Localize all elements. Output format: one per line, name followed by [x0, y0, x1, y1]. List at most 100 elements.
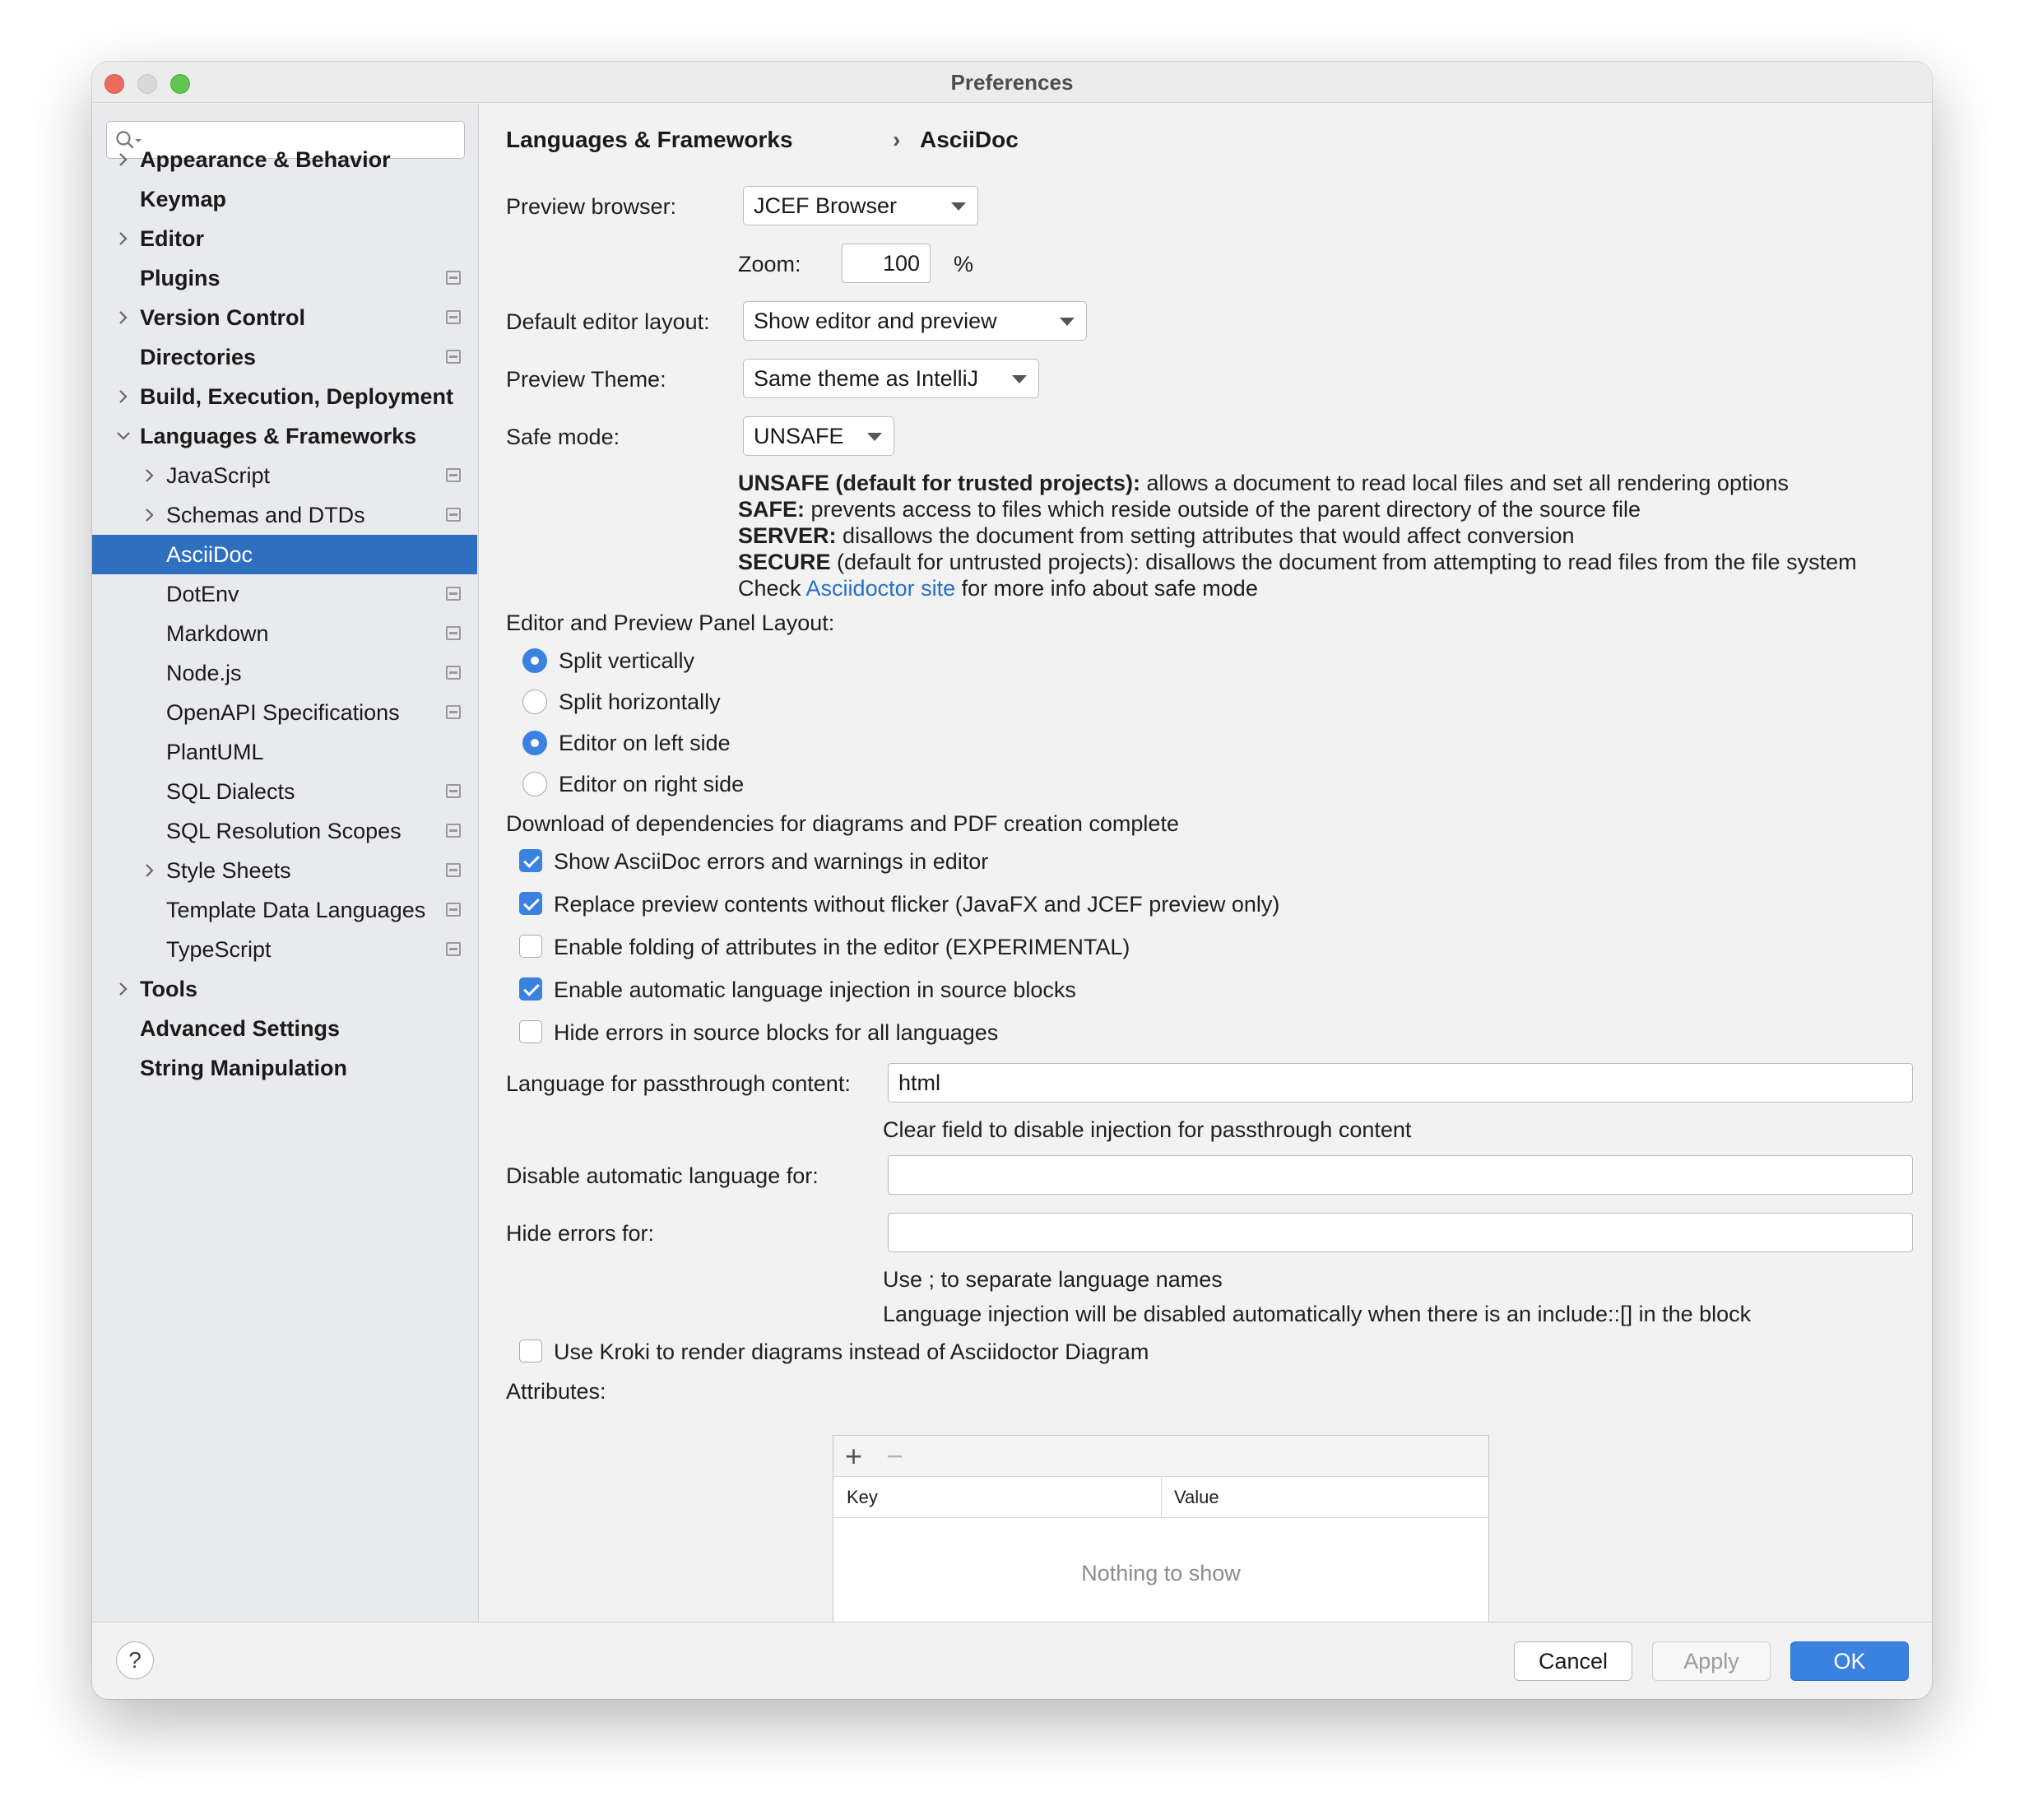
separator-hint: Use ; to separate language names: [883, 1267, 1223, 1292]
enable-folding-checkbox[interactable]: [519, 935, 542, 958]
sidebar-item-javascript[interactable]: JavaScript: [92, 456, 477, 495]
hide-errors-for-input[interactable]: [888, 1213, 1913, 1252]
zoom-label: Zoom:: [738, 252, 801, 276]
settings-content: Languages & Frameworks › AsciiDoc ← → Pr…: [480, 104, 1932, 1622]
attributes-table-toolbar: + −: [833, 1436, 1488, 1477]
replace-preview-checkbox[interactable]: [519, 892, 542, 915]
sidebar-item-style-sheets[interactable]: Style Sheets: [92, 851, 477, 890]
editor-left-side-label[interactable]: Editor on left side: [559, 731, 731, 756]
use-kroki-label[interactable]: Use Kroki to render diagrams instead of …: [554, 1339, 1149, 1365]
chevron-right-icon: [119, 390, 128, 403]
add-icon[interactable]: +: [845, 1439, 862, 1474]
remove-icon[interactable]: −: [886, 1439, 903, 1474]
sidebar-item-build-execution-deployment[interactable]: Build, Execution, Deployment: [92, 377, 477, 416]
sidebar-item-editor[interactable]: Editor: [92, 219, 477, 258]
hide-errors-for-label: Hide errors for:: [506, 1221, 655, 1246]
sidebar-item-openapi-specifications[interactable]: OpenAPI Specifications: [92, 693, 477, 732]
safe-mode-secure-desc: SECURE (default for untrusted projects):…: [738, 550, 1857, 575]
preview-theme-value: Same theme as IntelliJ: [754, 366, 979, 391]
split-vertically-label[interactable]: Split vertically: [559, 648, 694, 674]
sidebar-item-languages-frameworks[interactable]: Languages & Frameworks: [92, 416, 477, 456]
project-scope-icon: [446, 705, 461, 719]
language-injection-label[interactable]: Enable automatic language injection in s…: [554, 977, 1076, 1003]
window-title: Preferences: [950, 70, 1074, 95]
preview-browser-label: Preview browser:: [506, 194, 677, 219]
split-horizontally-radio[interactable]: [522, 689, 547, 714]
unsafe-key: UNSAFE (default for trusted projects):: [738, 471, 1141, 495]
ok-button[interactable]: OK: [1790, 1641, 1909, 1681]
sidebar-item-keymap[interactable]: Keymap: [92, 179, 477, 219]
sidebar-item-string-manipulation[interactable]: String Manipulation: [92, 1048, 477, 1088]
secure-key: SECURE: [738, 550, 831, 574]
panel-layout-label: Editor and Preview Panel Layout:: [506, 611, 835, 635]
apply-button[interactable]: Apply: [1652, 1641, 1771, 1681]
sidebar-item-nodejs[interactable]: Node.js: [92, 653, 477, 693]
show-errors-checkbox[interactable]: [519, 849, 542, 872]
sidebar-item-tools[interactable]: Tools: [92, 969, 477, 1009]
project-scope-icon: [446, 784, 461, 798]
replace-preview-label[interactable]: Replace preview contents without flicker…: [554, 892, 1279, 917]
dropdown-caret-icon: [1012, 375, 1027, 383]
chevron-right-icon: [146, 469, 154, 482]
preview-browser-select[interactable]: JCEF Browser: [743, 186, 978, 225]
preview-theme-select[interactable]: Same theme as IntelliJ: [743, 359, 1039, 398]
preview-theme-label: Preview Theme:: [506, 367, 666, 392]
editor-left-side-radio[interactable]: [522, 731, 547, 755]
sidebar-item-advanced-settings[interactable]: Advanced Settings: [92, 1009, 477, 1048]
sidebar-item-asciidoc[interactable]: AsciiDoc: [92, 535, 477, 574]
default-editor-layout-select[interactable]: Show editor and preview: [743, 301, 1087, 341]
chevron-right-icon: [146, 864, 154, 877]
check-pre: Check: [738, 576, 806, 601]
breadcrumb-current: AsciiDoc: [920, 127, 1019, 152]
disable-auto-language-input[interactable]: [888, 1155, 1913, 1195]
sidebar-item-template-data-languages[interactable]: Template Data Languages: [92, 890, 477, 930]
passthrough-hint: Clear field to disable injection for pas…: [883, 1117, 1412, 1142]
zoom-input[interactable]: 100: [842, 244, 931, 283]
passthrough-input[interactable]: html: [888, 1063, 1913, 1103]
sidebar-item-plugins[interactable]: Plugins: [92, 258, 477, 298]
split-horizontally-label[interactable]: Split horizontally: [559, 689, 721, 715]
attributes-label: Attributes:: [506, 1379, 606, 1404]
sidebar-item-typescript[interactable]: TypeScript: [92, 930, 477, 969]
sidebar-item-schemas-dtds[interactable]: Schemas and DTDs: [92, 495, 477, 535]
project-scope-icon: [446, 824, 461, 838]
editor-right-side-label[interactable]: Editor on right side: [559, 772, 744, 797]
enable-folding-label[interactable]: Enable folding of attributes in the edit…: [554, 935, 1130, 960]
sidebar-item-sql-dialects[interactable]: SQL Dialects: [92, 772, 477, 811]
dropdown-caret-icon: [867, 433, 882, 441]
split-vertically-radio[interactable]: [522, 648, 547, 673]
unsafe-text: allows a document to read local files an…: [1140, 471, 1789, 495]
sidebar-item-markdown[interactable]: Markdown: [92, 614, 477, 653]
back-arrow-icon[interactable]: ←: [1926, 118, 1932, 151]
sidebar-item-sql-resolution-scopes[interactable]: SQL Resolution Scopes: [92, 811, 477, 851]
sidebar-item-dotenv[interactable]: DotEnv: [92, 574, 477, 614]
server-key: SERVER:: [738, 523, 837, 548]
safe-key: SAFE:: [738, 497, 805, 522]
secure-text: (default for untrusted projects): disall…: [830, 550, 1857, 574]
language-injection-checkbox[interactable]: [519, 977, 542, 1001]
breadcrumb-parent[interactable]: Languages & Frameworks: [506, 127, 793, 153]
sidebar-item-version-control[interactable]: Version Control: [92, 298, 477, 337]
help-button[interactable]: ?: [116, 1641, 154, 1679]
disable-auto-language-label: Disable automatic language for:: [506, 1163, 819, 1188]
sidebar-item-appearance-behavior[interactable]: Appearance & Behavior: [92, 140, 477, 179]
dropdown-caret-icon: [1060, 318, 1075, 326]
server-text: disallows the document from setting attr…: [836, 523, 1575, 548]
show-errors-label[interactable]: Show AsciiDoc errors and warnings in edi…: [554, 849, 988, 875]
editor-right-side-radio[interactable]: [522, 772, 547, 796]
use-kroki-checkbox[interactable]: [519, 1339, 542, 1363]
safe-mode-value: UNSAFE: [754, 424, 844, 448]
sidebar-item-plantuml[interactable]: PlantUML: [92, 732, 477, 772]
project-scope-icon: [446, 666, 461, 680]
empty-table-text: Nothing to show: [1081, 1561, 1241, 1586]
column-header-value[interactable]: Value: [1174, 1477, 1219, 1518]
safe-mode-safe-desc: SAFE: prevents access to files which res…: [738, 497, 1641, 522]
cancel-button[interactable]: Cancel: [1514, 1641, 1632, 1681]
hide-errors-all-checkbox[interactable]: [519, 1020, 542, 1043]
project-scope-icon: [446, 863, 461, 877]
sidebar-item-directories[interactable]: Directories: [92, 337, 477, 377]
safe-mode-select[interactable]: UNSAFE: [743, 416, 894, 456]
hide-errors-all-label[interactable]: Hide errors in source blocks for all lan…: [554, 1020, 998, 1046]
column-header-key[interactable]: Key: [847, 1477, 878, 1518]
asciidoctor-site-link[interactable]: Asciidoctor site: [806, 576, 956, 601]
